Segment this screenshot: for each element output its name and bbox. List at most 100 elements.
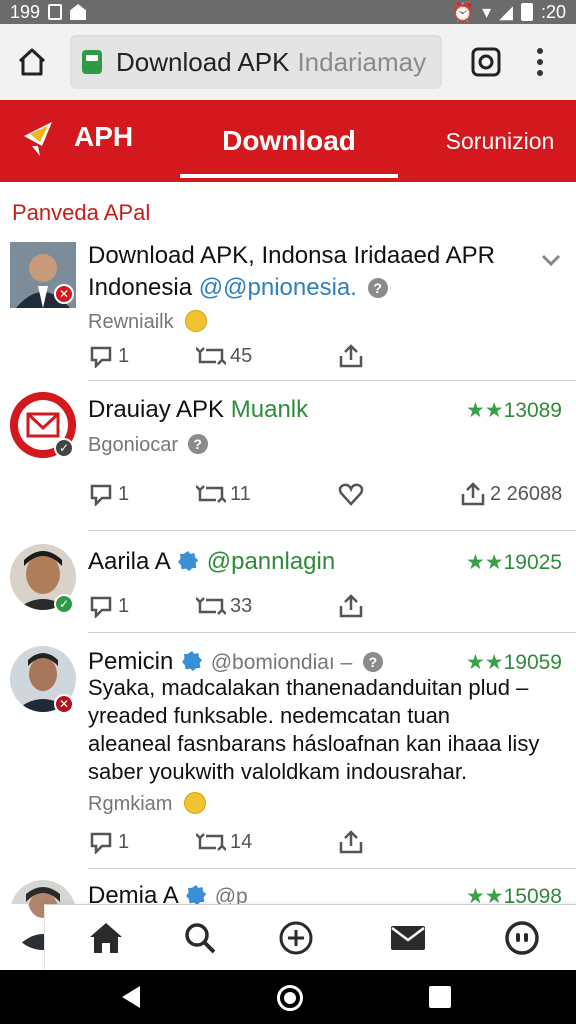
post-author[interactable]: Download APK, Indonsa Iridaaed APR (88, 242, 495, 270)
emoji-icon (185, 310, 208, 332)
help-icon[interactable]: ? (362, 652, 383, 672)
share-button[interactable] (338, 830, 364, 854)
home-outline-icon (18, 48, 46, 76)
share-icon (339, 594, 363, 618)
avatar[interactable] (10, 880, 76, 904)
divider (88, 380, 576, 381)
post-handle[interactable]: @bomiondiaı – (211, 651, 353, 674)
app-logo[interactable]: APH (22, 116, 133, 158)
star-icon: ★★ (465, 399, 504, 422)
nav-profile[interactable] (499, 915, 545, 961)
feed-post[interactable]: ✕ Pemicin @bomiondiaı – ? ★★19059 Syaka,… (0, 634, 576, 870)
home-icon (90, 923, 122, 953)
dot-icon (537, 48, 543, 54)
rating-count: 15098 (503, 885, 562, 904)
share-button[interactable] (338, 594, 364, 618)
mail-icon (391, 926, 425, 950)
feed-post[interactable]: ✕ Download APK, Indonsa Iridaaed APR Ind… (0, 236, 576, 382)
reply-button[interactable]: 1 (88, 830, 129, 854)
reply-icon (90, 832, 112, 854)
retweet-icon (196, 485, 226, 503)
reply-icon (90, 346, 112, 368)
share-icon (339, 830, 363, 854)
rating-count: 13089 (503, 399, 562, 422)
system-home-icon[interactable] (277, 985, 303, 1011)
post-author[interactable]: Aarila A (88, 548, 169, 575)
reply-button[interactable]: 1 (88, 482, 129, 506)
like-button[interactable] (338, 482, 364, 506)
verified-badge-icon (186, 885, 207, 904)
alarm-icon: ⏰ (451, 1, 475, 22)
logo-mark-icon (24, 122, 52, 156)
rating-count: 19059 (503, 651, 562, 674)
retweet-count: 33 (230, 594, 253, 617)
post-subtext: Rewniailk (88, 310, 208, 334)
emoji-icon (184, 792, 207, 814)
retweet-button[interactable]: 14 (196, 830, 252, 854)
post-author-line: Drauiay APK Muanlk (88, 396, 308, 424)
post-handle[interactable]: @pannlagin (207, 548, 335, 575)
help-icon[interactable]: ? (367, 278, 388, 298)
chevron-down-icon[interactable] (540, 250, 562, 272)
retweet-button[interactable]: 45 (196, 344, 252, 368)
browser-home-button[interactable] (2, 32, 62, 92)
post-actions: 1 33 (88, 594, 566, 624)
app-header: APH Download Sorunizion (0, 100, 576, 182)
divider (88, 530, 576, 531)
feed-post[interactable]: ✓ Aarila A @pannlagin ★★19025 1 33 (0, 532, 576, 634)
post-handle[interactable]: Muanlk (231, 396, 308, 423)
post-author-line: Pemicin @bomiondiaı – ? (88, 648, 383, 676)
signal-icon: ◢ (499, 1, 513, 22)
verified-badge-icon (178, 551, 199, 571)
address-bar[interactable]: Download APK Indariamay (70, 35, 442, 89)
feed-post[interactable]: ✓ Drauiay APK Muanlk ★★13089 Bgoniocar ?… (0, 382, 576, 532)
post-handle[interactable]: @@pnionesia. (199, 274, 357, 301)
post-actions: 1 11 2 26088 (88, 482, 566, 512)
post-handle[interactable]: @p (215, 885, 248, 904)
post-subtext-label: Rgmkiam (88, 793, 173, 815)
rating: ★★19025 (466, 550, 562, 575)
share-icon (339, 344, 363, 368)
alert-badge-icon: ✕ (54, 694, 74, 714)
section-title: Panveda APal (12, 200, 151, 225)
post-subtext-label: Rewniailk (88, 311, 174, 333)
check-badge-icon: ✓ (54, 438, 74, 458)
person-photo-icon (10, 880, 76, 904)
rating: ★★19059 (466, 650, 562, 675)
share-button[interactable] (338, 344, 364, 368)
post-author[interactable]: Drauiay APK (88, 396, 224, 423)
retweet-count: 45 (230, 344, 253, 367)
reply-button[interactable]: 1 (88, 594, 129, 618)
post-body-line: Syaka, madcalakan thanenadanduitan plud … (88, 675, 529, 700)
browser-toolbar: Download APK Indariamay (0, 24, 576, 100)
reply-button[interactable]: 1 (88, 344, 129, 368)
post-author[interactable]: Pemicin (88, 648, 173, 675)
nav-home[interactable] (83, 915, 129, 961)
tab-download[interactable]: Download (180, 100, 398, 182)
verified-check-icon: ✓ (54, 594, 74, 614)
reply-count: 1 (118, 594, 130, 617)
nav-compose[interactable] (273, 915, 319, 961)
back-icon[interactable] (122, 986, 140, 1008)
post-author-cont: Indonesia (88, 274, 193, 301)
help-icon[interactable]: ? (187, 434, 208, 454)
system-navigation-bar (0, 970, 576, 1024)
retweet-button[interactable]: 11 (196, 482, 251, 506)
rating-count: 19025 (503, 551, 562, 574)
star-icon: ★★ (465, 885, 504, 904)
recent-apps-icon[interactable] (429, 986, 451, 1008)
verified-badge-icon (182, 651, 203, 671)
camera-button[interactable] (464, 40, 508, 84)
nav-messages[interactable] (385, 915, 431, 961)
post-author[interactable]: Demia A (88, 882, 177, 904)
post-actions: 1 14 (88, 830, 566, 860)
retweet-button[interactable]: 33 (196, 594, 252, 618)
overflow-menu-button[interactable] (524, 40, 556, 84)
camera-icon (471, 47, 501, 77)
reply-count: 1 (118, 830, 130, 853)
tab-other[interactable]: Sorunizion (430, 100, 570, 182)
share-button[interactable]: 2 26088 (460, 482, 562, 506)
battery-icon (520, 3, 533, 21)
nav-search[interactable] (177, 915, 223, 961)
feed-post[interactable]: Demia A @p ★★15098 (0, 870, 576, 904)
